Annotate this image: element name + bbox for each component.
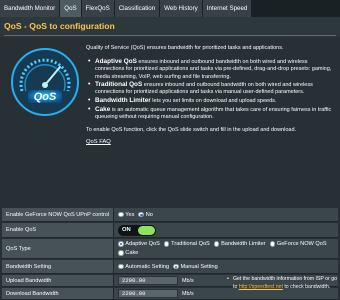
feature-text: lets you set limits on download and uplo… bbox=[150, 98, 277, 104]
qos-type-label: QoS Type bbox=[2, 239, 114, 258]
feature-adaptive-qos: Adaptive QoS ensures inbound and outboun… bbox=[86, 58, 332, 81]
qos-type-geforce-radio[interactable]: GeForce NOW QoS bbox=[269, 240, 327, 249]
upload-bandwidth-label: Upload Bandwidth bbox=[2, 275, 114, 286]
row-geforce-upnp: Enable GeForce NOW QoS UPnP control Yes … bbox=[2, 208, 338, 222]
geforce-upnp-field: Yes No bbox=[114, 208, 338, 221]
tab-internet-speed[interactable]: Internet Speed bbox=[202, 0, 253, 17]
toggle-knob bbox=[138, 225, 155, 235]
intro-text: Quality of Service (QoS) ensures bandwid… bbox=[86, 45, 284, 51]
enable-note: To enable QoS function, click the QoS sl… bbox=[86, 127, 297, 133]
row-enable-qos: Enable QoS ON bbox=[2, 223, 338, 238]
qos-faq-link[interactable]: QoS FAQ bbox=[86, 139, 111, 146]
geforce-yes-radio[interactable]: Yes bbox=[118, 212, 134, 218]
note-suffix: to check bandwidth. bbox=[282, 283, 331, 290]
tab-web-history[interactable]: Web History bbox=[160, 0, 203, 17]
radio-dot bbox=[118, 250, 124, 256]
upload-unit: Mb/s bbox=[182, 277, 194, 284]
automatic-setting-radio[interactable]: Automatic Setting bbox=[118, 264, 169, 270]
qos-description: Quality of Service (QoS) ensures bandwid… bbox=[86, 45, 332, 146]
radio-dot bbox=[118, 263, 124, 270]
page-title: QoS - QoS to configuration bbox=[4, 21, 115, 31]
feature-cake: Cake is an automatic queue management al… bbox=[86, 106, 332, 121]
download-bandwidth-label: Download Bandwidth bbox=[2, 288, 114, 299]
feature-traditional-qos: Traditional QoS ensures inbound and outb… bbox=[86, 81, 332, 96]
radio-label: Cake bbox=[125, 249, 139, 256]
qos-logo-text: QoS bbox=[34, 91, 57, 103]
radio-dot bbox=[213, 241, 220, 247]
feature-bandwidth-limiter: Bandwidth Limiter lets you set limits on… bbox=[86, 97, 332, 105]
radio-label: Yes bbox=[125, 211, 135, 218]
feature-name: Bandwidth Limiter bbox=[95, 97, 151, 104]
download-bandwidth-input[interactable]: 2200.00 bbox=[118, 289, 178, 298]
feature-name: Cake bbox=[95, 105, 111, 113]
radio-label: GeForce NOW QoS bbox=[276, 240, 327, 247]
page-header: QoS - QoS to configuration bbox=[0, 17, 340, 37]
qos-logo-icon: QoS bbox=[10, 47, 80, 117]
bandwidth-note-item: Get the bandwidth information from ISP o… bbox=[225, 276, 337, 291]
radio-dot bbox=[163, 241, 170, 247]
top-tab-bar: Bandwidth Monitor QoS FlexQoS Classifica… bbox=[0, 0, 340, 17]
feature-name: Traditional QoS bbox=[95, 81, 143, 89]
enable-qos-label: Enable QoS bbox=[2, 223, 114, 237]
radio-label: Manual Setting bbox=[180, 263, 218, 270]
radio-dot bbox=[118, 241, 124, 247]
tab-qos[interactable]: QoS bbox=[60, 0, 82, 17]
radio-label: No bbox=[145, 211, 153, 218]
qos-type-traditional-radio[interactable]: Traditional QoS bbox=[163, 240, 210, 249]
bandwidth-note: Get the bandwidth information from ISP o… bbox=[225, 276, 337, 291]
toggle-on-label: ON bbox=[122, 226, 131, 233]
radio-dot bbox=[269, 241, 276, 247]
qos-type-cake-radio[interactable]: Cake bbox=[118, 249, 138, 258]
qos-type-adaptive-radio[interactable]: Adaptive QoS bbox=[118, 240, 160, 249]
row-qos-type: QoS Type Adaptive QoS Traditional QoS Ba… bbox=[2, 239, 338, 259]
qos-type-field: Adaptive QoS Traditional QoS Bandwidth L… bbox=[114, 239, 338, 258]
qos-type-bandwidth-limiter-radio[interactable]: Bandwidth Limiter bbox=[213, 240, 266, 249]
bandwidth-setting-field: Automatic Setting Manual Setting bbox=[114, 260, 338, 273]
title-divider bbox=[4, 35, 336, 36]
tab-classification[interactable]: Classification bbox=[114, 0, 161, 17]
download-unit: Mb/s bbox=[182, 290, 194, 297]
speedtest-link[interactable]: http://speedtest.net bbox=[239, 284, 283, 290]
feature-text: is an automatic queue management algorit… bbox=[95, 106, 332, 120]
tab-bandwidth-monitor[interactable]: Bandwidth Monitor bbox=[0, 0, 61, 17]
tab-flexqos[interactable]: FlexQoS bbox=[81, 0, 115, 17]
radio-dot bbox=[118, 211, 124, 218]
row-bandwidth-setting: Bandwidth Setting Automatic Setting Manu… bbox=[2, 260, 338, 274]
radio-label: Traditional QoS bbox=[171, 240, 210, 247]
feature-name: Adaptive QoS bbox=[95, 58, 137, 66]
enable-qos-field: ON bbox=[114, 223, 338, 237]
geforce-upnp-label: Enable GeForce NOW QoS UPnP control bbox=[2, 208, 114, 221]
radio-label: Bandwidth Limiter bbox=[221, 240, 266, 247]
radio-dot bbox=[173, 263, 179, 270]
manual-setting-radio[interactable]: Manual Setting bbox=[173, 264, 218, 270]
geforce-no-radio[interactable]: No bbox=[138, 211, 153, 218]
radio-label: Automatic Setting bbox=[125, 263, 170, 270]
radio-label: Adaptive QoS bbox=[125, 240, 160, 247]
bandwidth-setting-label: Bandwidth Setting bbox=[2, 260, 114, 273]
radio-dot bbox=[138, 211, 144, 218]
upload-bandwidth-input[interactable]: 2200.00 bbox=[118, 276, 178, 285]
enable-qos-toggle[interactable]: ON bbox=[118, 224, 156, 236]
